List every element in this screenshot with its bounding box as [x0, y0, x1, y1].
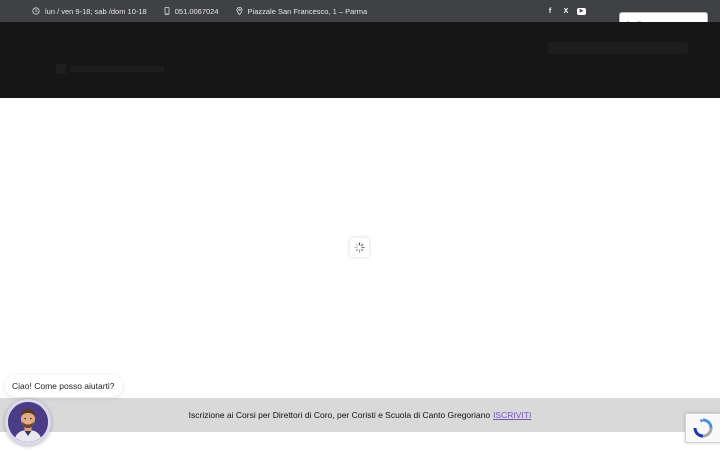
phone-icon [164, 7, 170, 15]
youtube-icon[interactable]: ▶ [577, 7, 586, 15]
chat-greeting-bubble[interactable]: Ciao! Come posso aiutarti? [5, 375, 122, 397]
assistant-avatar-icon [8, 402, 48, 442]
chat-greeting-text: Ciao! Come posso aiutarti? [12, 381, 115, 391]
chat-assistant-button[interactable] [5, 399, 51, 445]
logo-mark-icon [56, 64, 164, 74]
address-text: Piazzale San Francesco, 1 – Parma [247, 6, 368, 16]
recaptcha-icon [693, 418, 713, 438]
site-logo[interactable] [56, 62, 166, 81]
phone-text[interactable]: 051.0067024 [175, 7, 219, 16]
contact-info: lun / ven 9-18; sab /dom 10-18 051.00670… [0, 7, 384, 16]
spinner-icon [354, 242, 365, 253]
hours-text: lun / ven 9-18; sab /dom 10-18 [45, 6, 147, 16]
course-banner: Iscrizione ai Corsi per Direttori di Cor… [0, 398, 720, 432]
x-twitter-icon[interactable]: X [561, 6, 571, 16]
phone-info[interactable]: 051.0067024 [164, 7, 219, 16]
hours-info: lun / ven 9-18; sab /dom 10-18 [32, 7, 147, 16]
map-pin-icon [236, 7, 242, 15]
enroll-link[interactable]: ISCRIVITI [493, 410, 531, 420]
main-navigation [548, 42, 688, 54]
loading-spinner [350, 238, 369, 257]
clock-icon [32, 7, 40, 15]
facebook-icon[interactable]: f [545, 6, 555, 16]
address-info: Piazzale San Francesco, 1 – Parma [236, 6, 368, 16]
page-bottom [0, 432, 720, 450]
site-header [0, 22, 720, 98]
social-links: f X ▶ [545, 0, 592, 22]
top-info-bar: lun / ven 9-18; sab /dom 10-18 051.00670… [0, 0, 720, 22]
banner-text: Iscrizione ai Corsi per Direttori di Cor… [188, 410, 491, 420]
recaptcha-badge[interactable] [685, 413, 720, 443]
